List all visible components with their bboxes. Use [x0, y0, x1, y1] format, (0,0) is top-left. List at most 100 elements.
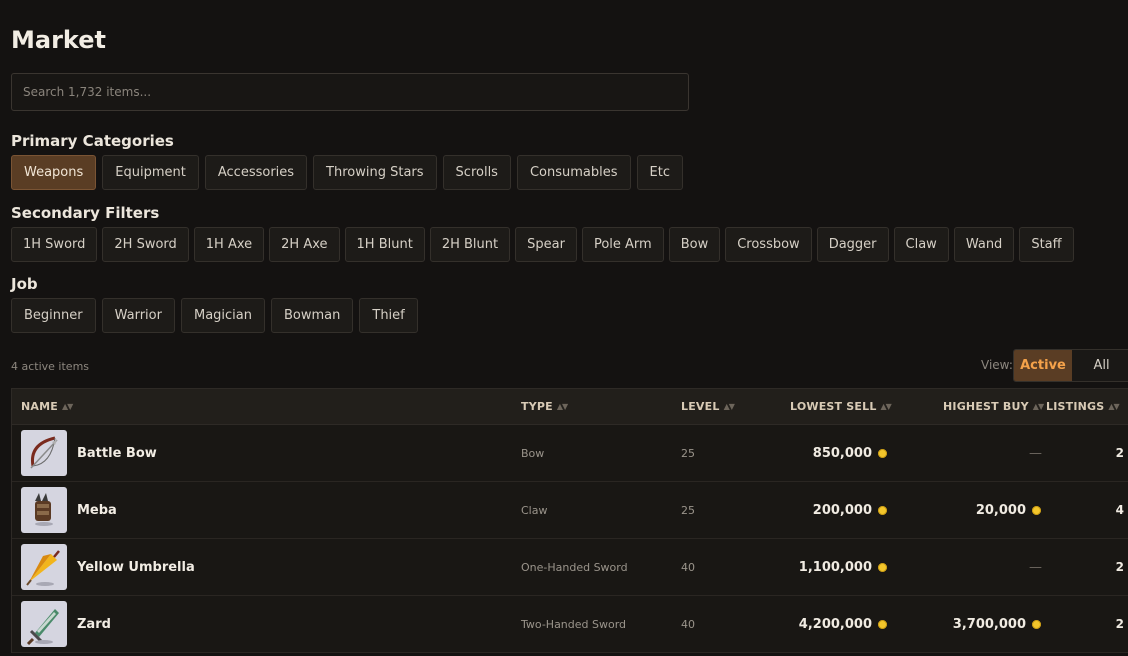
listings-count: 2	[1115, 446, 1124, 460]
column-name[interactable]: NAME ▲▼	[21, 389, 73, 424]
coin-icon	[878, 448, 887, 458]
sort-icon: ▲▼	[61, 402, 73, 411]
column-listings[interactable]: LISTINGS ▲▼	[1046, 389, 1120, 424]
filter-pole-arm[interactable]: Pole Arm	[581, 227, 664, 262]
filter-crossbow[interactable]: Crossbow	[725, 227, 812, 262]
job-filters: Beginner Warrior Magician Bowman Thief	[11, 298, 418, 333]
filter-spear[interactable]: Spear	[515, 227, 577, 262]
bow-icon	[21, 430, 67, 476]
active-items-count: 4 active items	[11, 360, 90, 373]
category-etc[interactable]: Etc	[636, 155, 683, 190]
claw-icon	[21, 487, 67, 533]
item-type: Two-Handed Sword	[521, 617, 627, 631]
coin-icon	[1032, 619, 1041, 629]
job-label: Job	[11, 275, 38, 293]
item-level: 40	[681, 617, 695, 631]
filter-claw[interactable]: Claw	[893, 227, 949, 262]
sort-icon: ▲▼	[1108, 402, 1119, 411]
highest-buy-cell: 3,700,000	[953, 596, 1041, 652]
umbrella-icon	[21, 544, 67, 590]
listings-count: 4	[1115, 503, 1124, 517]
table-row[interactable]: Yellow Umbrella One-Handed Sword 40 1,10…	[12, 539, 1128, 596]
lowest-sell-cell: 850,000	[813, 425, 887, 481]
filter-wand[interactable]: Wand	[953, 227, 1015, 262]
highest-buy-cell: —	[1029, 539, 1042, 595]
secondary-filters-label: Secondary Filters	[11, 204, 160, 222]
column-highest-buy[interactable]: HIGHEST BUY ▲▼	[943, 389, 1044, 424]
table-row[interactable]: Meba Claw 25 200,000 20,000 4	[12, 482, 1128, 539]
lowest-sell-cell: 200,000	[813, 482, 887, 538]
category-equipment[interactable]: Equipment	[102, 155, 199, 190]
filter-2h-blunt[interactable]: 2H Blunt	[429, 227, 511, 262]
filter-1h-axe[interactable]: 1H Axe	[193, 227, 265, 262]
item-name[interactable]: Yellow Umbrella	[77, 539, 195, 595]
sword-icon	[21, 601, 67, 647]
column-type[interactable]: TYPE ▲▼	[521, 389, 568, 424]
item-type: Claw	[521, 503, 548, 517]
listings-count: 2	[1115, 560, 1124, 574]
listings-count: 2	[1115, 617, 1124, 631]
highest-buy-price: —	[1029, 559, 1042, 575]
highest-buy-price: 20,000	[975, 502, 1026, 518]
job-beginner[interactable]: Beginner	[11, 298, 96, 333]
view-all-button[interactable]: All	[1072, 350, 1128, 381]
highest-buy-cell: —	[1029, 425, 1042, 481]
category-weapons[interactable]: Weapons	[11, 155, 97, 190]
search-input[interactable]	[11, 73, 689, 111]
filter-1h-blunt[interactable]: 1H Blunt	[344, 227, 425, 262]
filter-bow[interactable]: Bow	[668, 227, 721, 262]
column-name-label: NAME	[21, 400, 58, 413]
category-scrolls[interactable]: Scrolls	[442, 155, 511, 190]
sort-asc-icon: ▲▼	[723, 402, 735, 411]
filter-dagger[interactable]: Dagger	[816, 227, 889, 262]
job-bowman[interactable]: Bowman	[271, 298, 354, 333]
coin-icon	[878, 619, 887, 629]
highest-buy-cell: 20,000	[976, 482, 1041, 538]
table-row[interactable]: Zard Two-Handed Sword 40 4,200,000 3,700…	[12, 596, 1128, 653]
item-type: One-Handed Sword	[521, 560, 628, 574]
coin-icon	[878, 562, 887, 572]
item-level: 25	[681, 503, 695, 517]
column-listings-label: LISTINGS	[1046, 400, 1105, 413]
table-header: NAME ▲▼ TYPE ▲▼ LEVEL ▲▼ LOWEST SELL ▲▼ HIGH…	[12, 389, 1128, 425]
highest-buy-price: 3,700,000	[952, 616, 1026, 632]
primary-categories: Weapons Equipment Accessories Throwing S…	[11, 155, 683, 190]
filter-staff[interactable]: Staff	[1019, 227, 1074, 262]
items-table: NAME ▲▼ TYPE ▲▼ LEVEL ▲▼ LOWEST SELL ▲▼ HIGH…	[11, 388, 1128, 653]
lowest-sell-price: 4,200,000	[798, 616, 872, 632]
category-accessories[interactable]: Accessories	[204, 155, 308, 190]
sort-icon: ▲▼	[556, 402, 568, 411]
filter-1h-sword[interactable]: 1H Sword	[11, 227, 98, 262]
lowest-sell-cell: 4,200,000	[799, 596, 887, 652]
primary-categories-label: Primary Categories	[11, 132, 174, 150]
job-magician[interactable]: Magician	[180, 298, 265, 333]
highest-buy-price: —	[1029, 445, 1042, 461]
category-consumables[interactable]: Consumables	[516, 155, 631, 190]
filter-2h-axe[interactable]: 2H Axe	[269, 227, 340, 262]
view-label: View:	[981, 358, 1013, 372]
category-throwing-stars[interactable]: Throwing Stars	[313, 155, 437, 190]
item-name[interactable]: Meba	[77, 482, 117, 538]
item-level: 25	[681, 446, 695, 460]
item-level: 40	[681, 560, 695, 574]
secondary-filters: 1H Sword 2H Sword 1H Axe 2H Axe 1H Blunt…	[11, 227, 1074, 262]
item-name[interactable]: Zard	[77, 596, 111, 652]
column-lowest-sell-label: LOWEST SELL	[790, 400, 877, 413]
column-type-label: TYPE	[521, 400, 553, 413]
item-name[interactable]: Battle Bow	[77, 425, 157, 481]
lowest-sell-price: 1,100,000	[798, 559, 872, 575]
view-active-button[interactable]: Active	[1014, 350, 1072, 381]
page-title: Market	[11, 26, 106, 54]
job-warrior[interactable]: Warrior	[101, 298, 175, 333]
sort-icon: ▲▼	[880, 402, 892, 411]
job-thief[interactable]: Thief	[359, 298, 418, 333]
filter-2h-sword[interactable]: 2H Sword	[102, 227, 189, 262]
lowest-sell-price: 850,000	[812, 445, 872, 461]
sort-icon: ▲▼	[1032, 402, 1044, 411]
item-type: Bow	[521, 446, 545, 460]
table-row[interactable]: Battle Bow Bow 25 850,000 — 2	[12, 425, 1128, 482]
coin-icon	[1032, 505, 1041, 515]
column-level[interactable]: LEVEL ▲▼	[681, 389, 735, 424]
lowest-sell-cell: 1,100,000	[799, 539, 887, 595]
column-lowest-sell[interactable]: LOWEST SELL ▲▼	[790, 389, 892, 424]
